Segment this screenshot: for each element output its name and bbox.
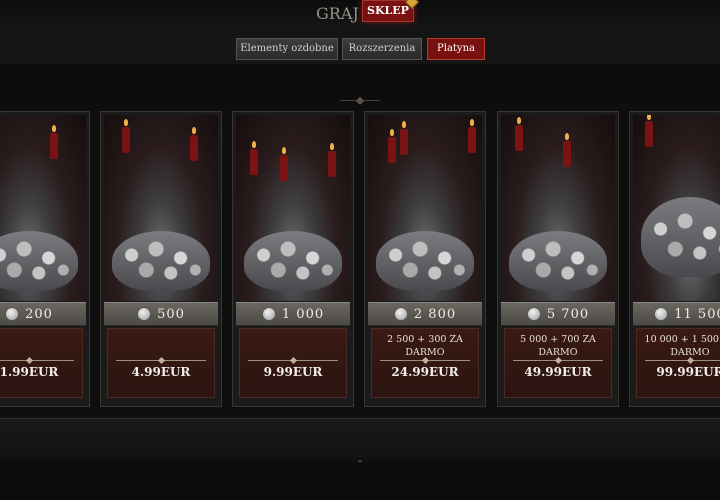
tab-rozszerzenia[interactable]: Rozszerzenia bbox=[342, 38, 422, 60]
bonus-text: 2 500 + 300 ZA DARMO bbox=[387, 334, 463, 358]
price-box: 10 000 + 1 500 ZA DARMO 99.99EUR bbox=[636, 328, 720, 398]
amount-value: 200 bbox=[25, 306, 53, 322]
price-label: 49.99EUR bbox=[524, 365, 592, 379]
price-box: 9.99EUR bbox=[239, 328, 347, 398]
amount-value: 2 800 bbox=[413, 306, 457, 322]
offer-card-5700[interactable]: 5 700 5 000 + 700 ZA DARMO 49.99EUR bbox=[497, 111, 619, 407]
price-label: 99.99EUR bbox=[656, 365, 720, 379]
candle-icon bbox=[50, 125, 58, 159]
offer-card-11500[interactable]: 11 500 10 000 + 1 500 ZA DARMO 99.99EUR bbox=[629, 111, 720, 407]
price-divider bbox=[116, 360, 206, 361]
platinum-coin-icon bbox=[137, 307, 152, 321]
offer-card-1000[interactable]: 1 000 9.99EUR bbox=[232, 111, 354, 407]
candle-icon bbox=[515, 117, 523, 151]
footer bbox=[0, 462, 720, 500]
price-divider bbox=[645, 360, 720, 361]
platinum-coin-icon bbox=[654, 307, 669, 321]
price-divider bbox=[248, 360, 338, 361]
candle-icon bbox=[645, 115, 653, 147]
platinum-amount: 2 800 bbox=[368, 302, 482, 326]
amount-value: 500 bbox=[157, 306, 185, 322]
coin-pile-icon bbox=[509, 231, 607, 291]
bottom-panel bbox=[0, 418, 720, 464]
candle-icon bbox=[122, 119, 130, 153]
price-box: 2 500 + 300 ZA DARMO 24.99EUR bbox=[371, 328, 479, 398]
amount-value: 1 000 bbox=[281, 306, 325, 322]
amount-value: 5 700 bbox=[546, 306, 590, 322]
bonus-text: 5 000 + 700 ZA DARMO bbox=[520, 334, 596, 358]
offer-image bbox=[368, 115, 482, 301]
platinum-coin-icon bbox=[393, 307, 408, 321]
candle-icon bbox=[388, 129, 396, 163]
tab-elementy-ozdobne[interactable]: Elementy ozdobne bbox=[236, 38, 338, 60]
top-navigation-bar: GRAJ SKLEP bbox=[0, 0, 720, 31]
candle-icon bbox=[563, 133, 571, 167]
price-label: 1.99EUR bbox=[0, 365, 59, 379]
platinum-coin-icon bbox=[526, 307, 541, 321]
nav-tab-sklep[interactable]: SKLEP bbox=[362, 0, 420, 22]
candle-icon bbox=[250, 141, 258, 175]
offer-image bbox=[501, 115, 615, 301]
candle-icon bbox=[468, 119, 476, 153]
candle-icon bbox=[280, 147, 288, 181]
offer-image bbox=[0, 115, 86, 301]
platinum-amount: 500 bbox=[104, 302, 218, 326]
price-box: 1.99EUR bbox=[0, 328, 83, 398]
price-divider bbox=[380, 360, 470, 361]
offer-card-2800[interactable]: 2 800 2 500 + 300 ZA DARMO 24.99EUR bbox=[364, 111, 486, 407]
coin-pile-icon bbox=[376, 231, 474, 291]
offer-image bbox=[104, 115, 218, 301]
platinum-amount: 11 500 bbox=[633, 302, 720, 326]
price-box: 5 000 + 700 ZA DARMO 49.99EUR bbox=[504, 328, 612, 398]
platinum-amount: 200 bbox=[0, 302, 86, 326]
treasure-chest-icon bbox=[641, 197, 720, 277]
header-divider bbox=[0, 64, 720, 105]
price-label: 9.99EUR bbox=[263, 365, 323, 379]
platinum-coin-icon bbox=[261, 307, 276, 321]
platinum-coin-icon bbox=[5, 307, 20, 321]
price-box: 4.99EUR bbox=[107, 328, 215, 398]
offer-image bbox=[633, 115, 720, 301]
offer-card-200[interactable]: 200 1.99EUR bbox=[0, 111, 90, 407]
platinum-amount: 1 000 bbox=[236, 302, 350, 326]
coin-pile-icon bbox=[0, 231, 78, 291]
offer-image bbox=[236, 115, 350, 301]
offer-card-500[interactable]: 500 4.99EUR bbox=[100, 111, 222, 407]
candle-icon bbox=[190, 127, 198, 161]
nav-tab-sklep-label: SKLEP bbox=[367, 4, 409, 17]
candle-icon bbox=[328, 143, 336, 177]
candle-icon bbox=[400, 121, 408, 155]
amount-value: 11 500 bbox=[674, 306, 720, 322]
price-label: 4.99EUR bbox=[131, 365, 191, 379]
nav-tab-graj[interactable]: GRAJ bbox=[316, 4, 359, 23]
bonus-text: 10 000 + 1 500 ZA DARMO bbox=[644, 334, 720, 358]
price-label: 24.99EUR bbox=[391, 365, 459, 379]
coin-pile-icon bbox=[244, 231, 342, 291]
price-divider bbox=[0, 360, 74, 361]
tab-platyna[interactable]: Platyna bbox=[427, 38, 485, 60]
coin-pile-icon bbox=[112, 231, 210, 291]
shop-category-bar: Elementy ozdobne Rozszerzenia Platyna bbox=[0, 30, 720, 65]
price-divider bbox=[513, 360, 603, 361]
platinum-amount: 5 700 bbox=[501, 302, 615, 326]
platinum-offers-carousel: 200 1.99EUR 500 4.99EUR 1 000 9.99EUR 2 … bbox=[0, 104, 720, 416]
